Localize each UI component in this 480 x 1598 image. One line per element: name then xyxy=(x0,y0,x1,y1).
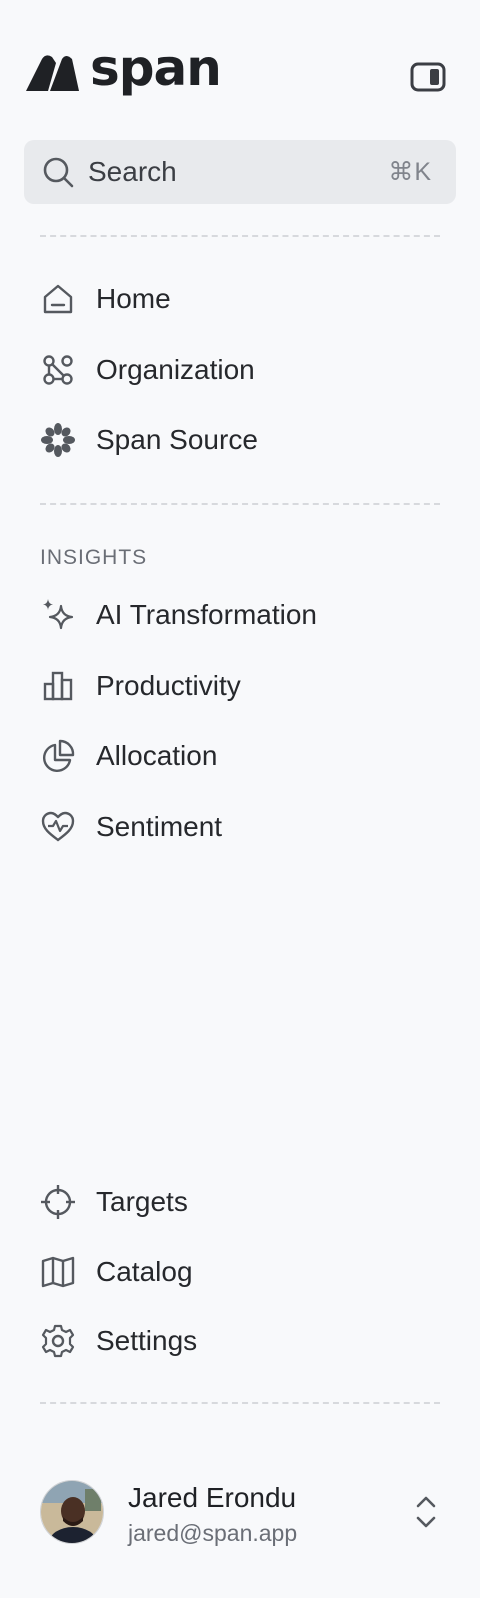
nav-item-span-source[interactable]: Span Source xyxy=(24,412,456,468)
organization-icon xyxy=(43,355,73,385)
span-source-icon xyxy=(41,423,75,457)
span-logo[interactable]: span xyxy=(24,40,222,96)
nav-label: Targets xyxy=(96,1186,188,1217)
crosshair-icon xyxy=(41,1185,75,1219)
gear-icon xyxy=(41,1324,75,1358)
nav-label: Sentiment xyxy=(96,811,223,842)
nav-item-productivity[interactable]: Productivity xyxy=(24,658,456,714)
nav-item-organization[interactable]: Organization xyxy=(24,342,456,398)
nav-label: Catalog xyxy=(96,1256,193,1287)
sparkles-icon xyxy=(43,599,74,630)
chevron-up-down-icon xyxy=(416,1496,436,1528)
nav-item-catalog[interactable]: Catalog xyxy=(24,1244,456,1300)
user-name: Jared Erondu xyxy=(128,1482,297,1513)
nav-item-allocation[interactable]: Allocation xyxy=(24,728,456,784)
avatar xyxy=(40,1480,104,1544)
book-open-icon xyxy=(41,1256,75,1288)
search-icon xyxy=(43,157,74,188)
divider xyxy=(40,503,440,505)
nav-label: Span Source xyxy=(96,424,258,455)
sidebar-header: span xyxy=(24,40,450,106)
divider xyxy=(40,235,440,237)
nav-item-ai-transformation[interactable]: AI Transformation xyxy=(24,587,456,643)
nav-label: Organization xyxy=(96,354,255,385)
pie-chart-icon xyxy=(42,739,75,773)
nav-label: Home xyxy=(96,283,171,314)
nav-label: Allocation xyxy=(96,740,218,771)
search-button[interactable]: Search ⌘K xyxy=(24,140,456,204)
app-name: span xyxy=(90,39,222,97)
nav-label: Settings xyxy=(96,1325,198,1356)
nav-item-settings[interactable]: Settings xyxy=(24,1313,456,1369)
span-logo-mark-icon xyxy=(26,55,79,91)
nav-item-targets[interactable]: Targets xyxy=(24,1174,456,1230)
nav-item-home[interactable]: Home xyxy=(24,271,456,327)
nav-label: Productivity xyxy=(96,670,241,701)
home-icon xyxy=(43,284,73,314)
search-shortcut: ⌘K xyxy=(388,158,432,186)
search-label: Search xyxy=(88,156,177,187)
divider xyxy=(40,1402,440,1404)
nav-label: AI Transformation xyxy=(96,599,317,630)
bar-chart-icon xyxy=(43,671,73,701)
sidebar-toggle-icon[interactable] xyxy=(410,62,446,92)
heart-pulse-icon xyxy=(41,811,75,842)
user-menu[interactable]: Jared Erondu jared@span.app xyxy=(24,1476,456,1548)
user-email: jared@span.app xyxy=(128,1520,298,1546)
section-title-insights: INSIGHTS xyxy=(40,546,148,569)
nav-item-sentiment[interactable]: Sentiment xyxy=(24,799,456,855)
